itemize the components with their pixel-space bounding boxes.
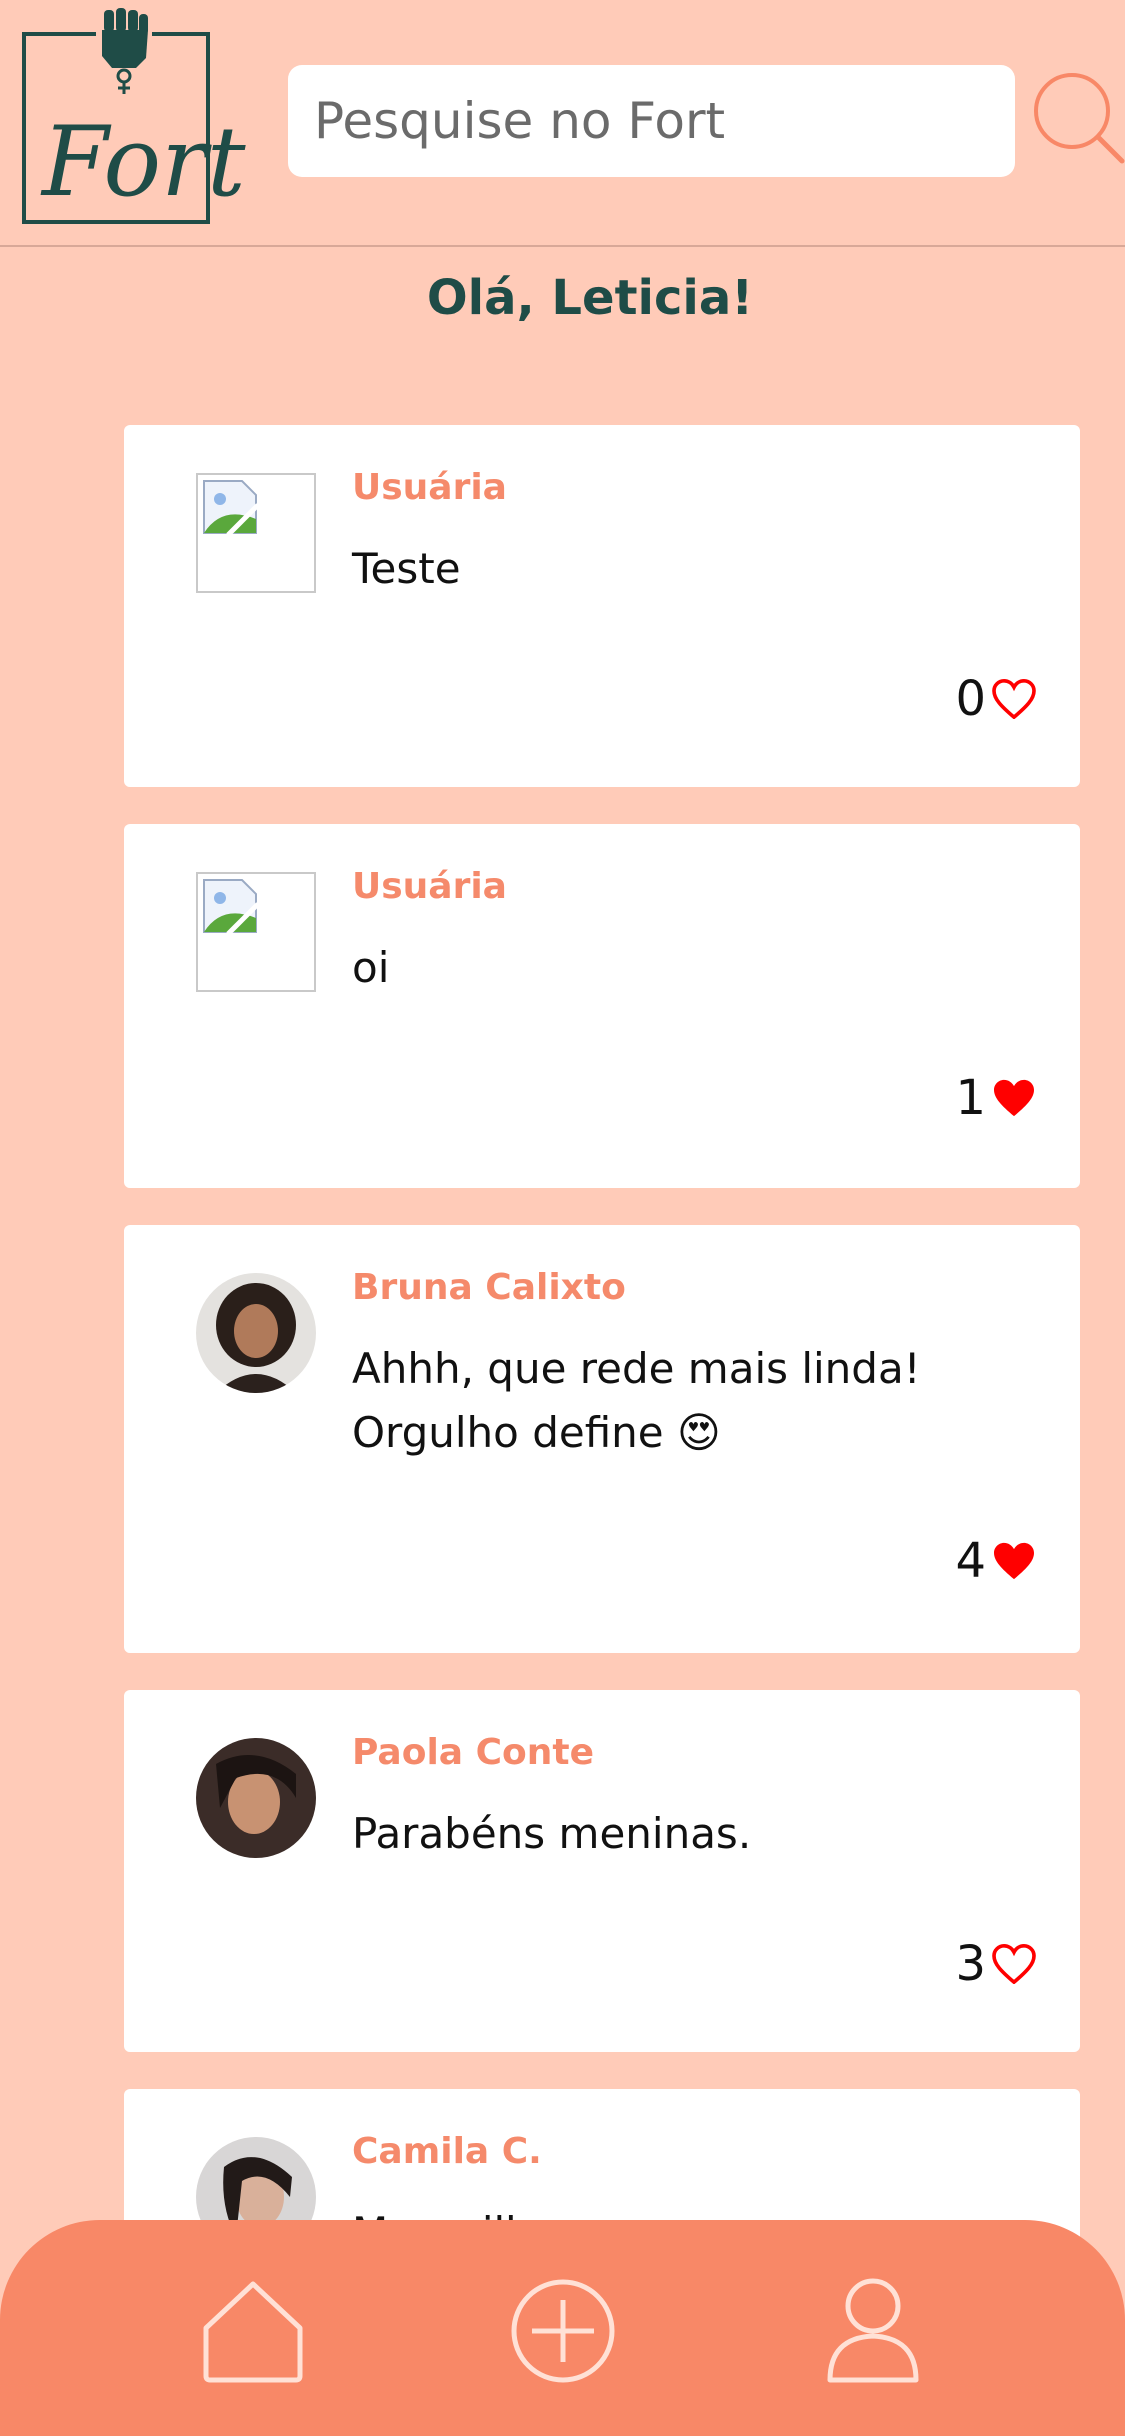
broken-image-icon [196, 473, 316, 593]
heart-outline-icon[interactable] [992, 1944, 1036, 1984]
post-author[interactable]: Usuária [352, 866, 507, 907]
post-text: Teste [352, 544, 461, 593]
like-control[interactable]: 4 [955, 1533, 1036, 1589]
post-card: Usuária oi 1 [124, 824, 1080, 1188]
like-control[interactable]: 3 [955, 1936, 1036, 1992]
heart-filled-icon[interactable] [992, 1541, 1036, 1581]
home-icon[interactable] [198, 2276, 308, 2386]
search-input[interactable]: Pesquise no Fort [288, 65, 1015, 177]
add-post-icon[interactable] [508, 2276, 618, 2386]
post-card: Bruna Calixto Ahhh, que rede mais linda!… [124, 1225, 1080, 1653]
avatar[interactable] [196, 1273, 316, 1393]
post-author[interactable]: Usuária [352, 467, 507, 508]
avatar[interactable] [196, 1738, 316, 1858]
search-placeholder: Pesquise no Fort [314, 92, 726, 150]
post-text: Ahhh, que rede mais linda! Orgulho defin… [352, 1344, 921, 1457]
broken-image-icon [196, 872, 316, 992]
like-count: 0 [955, 671, 986, 727]
post-text: Parabéns meninas. [352, 1809, 752, 1858]
heart-filled-icon[interactable] [992, 1078, 1036, 1118]
like-count: 1 [955, 1070, 986, 1126]
like-control[interactable]: 0 [955, 671, 1036, 727]
post-card: Paola Conte Parabéns meninas. 3 [124, 1690, 1080, 2052]
fort-logo[interactable]: Fort [22, 8, 246, 224]
greeting-title: Olá, Leticia! [426, 270, 754, 326]
raised-fist-icon [96, 8, 152, 98]
post-author[interactable]: Bruna Calixto [352, 1267, 626, 1308]
post-text: oi [352, 943, 390, 992]
post-author[interactable]: Camila C. [352, 2131, 542, 2172]
like-count: 3 [955, 1936, 986, 1992]
search-icon[interactable] [1030, 65, 1125, 165]
profile-icon[interactable] [818, 2276, 928, 2386]
post-author[interactable]: Paola Conte [352, 1732, 594, 1773]
like-count: 4 [955, 1533, 986, 1589]
post-card: Usuária Teste 0 [124, 425, 1080, 787]
bottom-navigation [0, 2220, 1125, 2436]
logo-text: Fort [42, 106, 246, 218]
like-control[interactable]: 1 [955, 1070, 1036, 1126]
top-header: Fort Pesquise no Fort [0, 0, 1125, 247]
heart-outline-icon[interactable] [992, 679, 1036, 719]
